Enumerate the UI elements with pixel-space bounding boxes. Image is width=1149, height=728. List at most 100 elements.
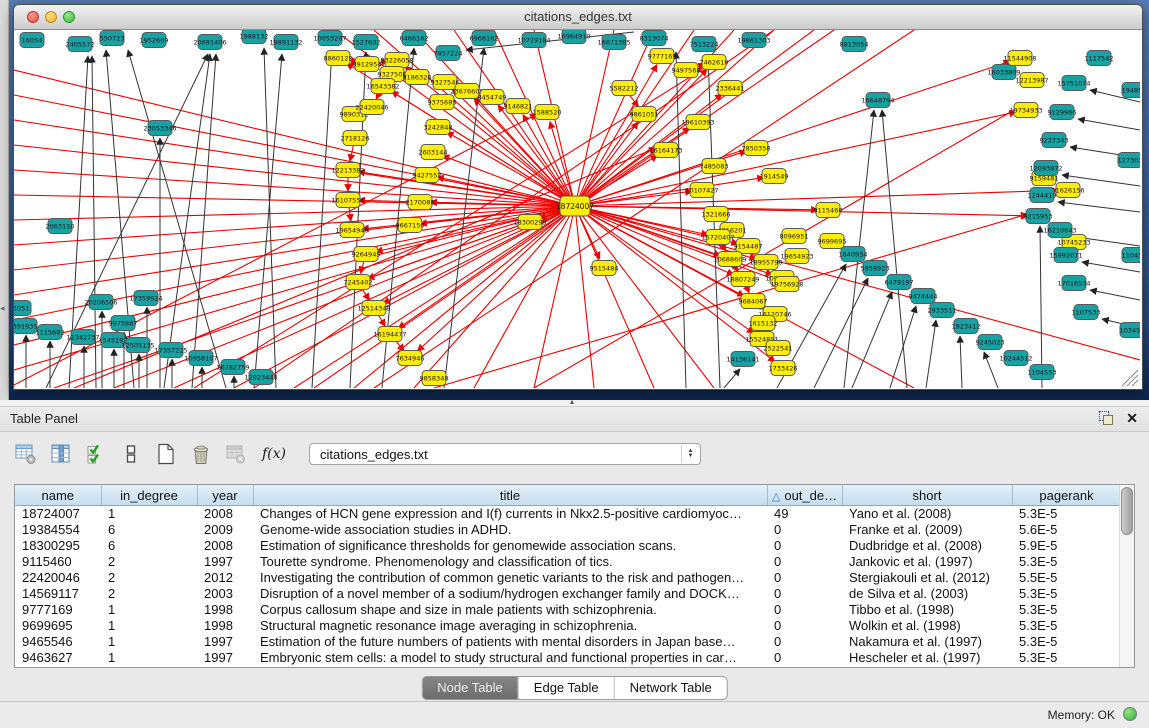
network-canvas[interactable]: 1605424055725507231952609206914061988132… xyxy=(14,30,1140,388)
cell-title[interactable]: Changes of HCN gene expression and I(f) … xyxy=(253,506,767,523)
network-node[interactable]: 9858348 xyxy=(420,371,449,386)
network-node[interactable]: 8454749 xyxy=(478,90,507,105)
float-panel-button[interactable] xyxy=(1099,411,1113,425)
network-node[interactable]: 20206506 xyxy=(84,295,117,310)
network-node[interactable]: 12923448 xyxy=(244,370,277,385)
network-node[interactable]: 1107533 xyxy=(1072,305,1101,320)
network-node[interactable]: 7485083 xyxy=(700,159,729,174)
cell-year[interactable]: 2003 xyxy=(197,586,253,602)
network-node[interactable]: 1923412 xyxy=(952,319,981,334)
network-node[interactable]: 103455 xyxy=(1120,323,1140,338)
network-node[interactable]: 9515484 xyxy=(590,261,619,276)
network-node[interactable]: 2405572 xyxy=(66,37,95,52)
network-node[interactable]: 8313074 xyxy=(640,31,669,46)
table-row[interactable]: 977716911998Corpus callosum shape and si… xyxy=(15,602,1121,618)
tab-network-table[interactable]: Network Table xyxy=(615,677,727,699)
cell-pagerank[interactable]: 5.3E-5 xyxy=(1012,554,1121,570)
cell-year[interactable]: 1998 xyxy=(197,602,253,618)
network-node[interactable]: 10653287 xyxy=(313,31,346,46)
network-node[interactable]: 16210643 xyxy=(1043,223,1076,238)
cell-name[interactable]: 9777169 xyxy=(15,602,101,618)
network-node[interactable]: 8860128 xyxy=(324,51,353,66)
network-node[interactable]: 194855 xyxy=(1122,83,1140,98)
cell-pagerank[interactable]: 5.6E-5 xyxy=(1012,522,1121,538)
table-row[interactable]: 1938455462009Genome-wide association stu… xyxy=(15,522,1121,538)
tab-edge-table[interactable]: Edge Table xyxy=(519,677,615,699)
network-node[interactable]: 20691406 xyxy=(193,35,226,50)
cell-pagerank[interactable]: 5.3E-5 xyxy=(1012,586,1121,602)
network-node[interactable]: 9115460 xyxy=(814,203,843,218)
column-header-name[interactable]: name xyxy=(15,485,101,506)
network-node[interactable]: 1588520 xyxy=(533,105,562,120)
table-scrollbar[interactable] xyxy=(1119,485,1134,667)
table-selector-dropdown[interactable]: citations_edges.txt ▲▼ xyxy=(309,443,701,465)
network-node[interactable]: 16782759 xyxy=(216,360,249,375)
cell-short[interactable]: Nakamura et al. (1997) xyxy=(842,634,1012,650)
network-node[interactable]: 7462610 xyxy=(700,55,729,70)
network-node[interactable]: 6966162 xyxy=(470,31,499,46)
cell-short[interactable]: Hescheler et al. (1997) xyxy=(842,650,1012,666)
network-node[interactable]: 1988132 xyxy=(240,30,269,44)
network-node[interactable]: 9215953 xyxy=(1024,209,1053,224)
table-row[interactable]: 2242004622012Investigating the contribut… xyxy=(15,570,1121,586)
network-node[interactable]: 23053346 xyxy=(143,121,176,136)
network-node[interactable]: 7850358 xyxy=(742,141,771,156)
cell-year[interactable]: 2012 xyxy=(197,570,253,586)
network-node[interactable]: 1321666 xyxy=(702,207,731,222)
network-graph[interactable]: 1605424055725507231952609206914061988132… xyxy=(14,30,1140,388)
network-node[interactable]: 2522541 xyxy=(764,341,793,356)
cell-pagerank[interactable]: 5.9E-5 xyxy=(1012,538,1121,554)
network-node[interactable]: 550723 xyxy=(100,31,125,46)
network-node[interactable]: 6466162 xyxy=(400,31,429,46)
network-node[interactable]: 12093872 xyxy=(1029,161,1062,176)
network-node[interactable]: 9264945 xyxy=(352,247,381,262)
function-builder-icon[interactable]: f(x) xyxy=(259,442,289,466)
window-titlebar[interactable]: citations_edges.txt xyxy=(14,5,1142,30)
network-node[interactable]: 9129966 xyxy=(1048,105,1077,120)
network-node[interactable]: 9667150 xyxy=(396,218,425,233)
cell-in_degree[interactable]: 2 xyxy=(101,586,197,602)
cell-name[interactable]: 19384554 xyxy=(15,522,101,538)
collapse-arrow-icon[interactable]: ◂ xyxy=(0,304,5,313)
network-node[interactable]: 1115682 xyxy=(36,325,65,340)
network-node[interactable]: 11544908 xyxy=(1003,51,1036,66)
cell-pagerank[interactable]: 5.3E-5 xyxy=(1012,634,1121,650)
column-header-in_degree[interactable]: in_degree xyxy=(101,485,197,506)
network-node[interactable]: 10958107 xyxy=(184,351,217,366)
cell-short[interactable]: Dudbridge et al. (2008) xyxy=(842,538,1012,554)
cell-year[interactable]: 2008 xyxy=(197,538,253,554)
cell-out_degree[interactable]: 49 xyxy=(767,506,842,523)
network-node[interactable]: 16671385 xyxy=(597,35,630,50)
cell-pagerank[interactable]: 5.5E-5 xyxy=(1012,570,1121,586)
network-node[interactable]: 3242848 xyxy=(424,120,453,135)
network-node[interactable]: 127303 xyxy=(1118,153,1140,168)
network-node[interactable]: 1733426 xyxy=(769,361,798,376)
network-node[interactable]: 19861303 xyxy=(737,33,770,48)
network-node[interactable]: 9427552 xyxy=(413,168,442,183)
network-node[interactable]: 1244419 xyxy=(1028,188,1057,203)
show-columns-icon[interactable] xyxy=(49,442,73,466)
cell-title[interactable]: Structural magnetic resonance image aver… xyxy=(253,618,767,634)
network-hub-node[interactable]: 18724007 xyxy=(556,196,594,216)
network-node[interactable]: 110455 xyxy=(1122,248,1140,263)
network-node[interactable]: 19891132 xyxy=(269,35,302,50)
cell-year[interactable]: 1997 xyxy=(197,554,253,570)
cell-short[interactable]: Franke et al. (2009) xyxy=(842,522,1012,538)
network-node[interactable]: 19654948 xyxy=(335,223,368,238)
network-node[interactable]: 1104553 xyxy=(1028,365,1057,380)
cell-pagerank[interactable]: 5.3E-5 xyxy=(1012,618,1121,634)
cell-title[interactable]: Estimation of the future numbers of pati… xyxy=(253,634,767,650)
network-node[interactable]: 8096951 xyxy=(780,229,809,244)
network-window[interactable]: citations_edges.txt 16054240557255072319… xyxy=(13,4,1143,390)
network-node[interactable]: 2336441 xyxy=(716,81,745,96)
cell-in_degree[interactable]: 1 xyxy=(101,650,197,666)
cell-in_degree[interactable]: 6 xyxy=(101,522,197,538)
select-all-columns-icon[interactable] xyxy=(84,442,108,466)
cell-in_degree[interactable]: 6 xyxy=(101,538,197,554)
network-node[interactable]: 16164173 xyxy=(649,143,682,158)
table-options-icon[interactable] xyxy=(14,442,38,466)
cell-title[interactable]: Corpus callosum shape and size in male p… xyxy=(253,602,767,618)
network-node[interactable]: 9497568 xyxy=(672,63,701,78)
cell-title[interactable]: Embryonic stem cells: a model to study s… xyxy=(253,650,767,666)
network-node[interactable]: 12505135 xyxy=(121,338,154,353)
